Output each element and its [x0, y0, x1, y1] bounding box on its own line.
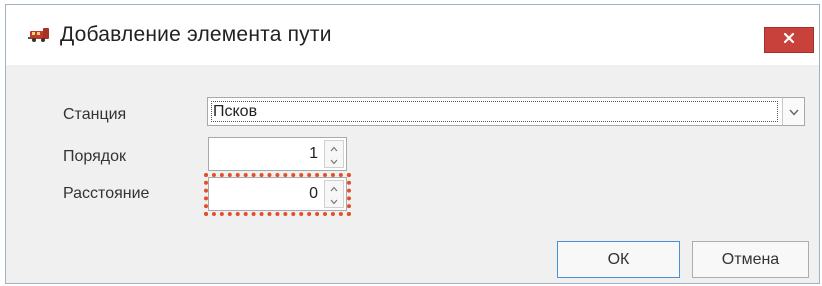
order-value: 1: [309, 145, 318, 162]
title-bar: Добавление элемента пути: [6, 5, 819, 65]
distance-highlight-annotation: [204, 173, 351, 216]
order-decrement-button[interactable]: [325, 154, 343, 167]
order-label: Порядок: [63, 148, 127, 165]
ok-button[interactable]: ОК: [557, 241, 680, 278]
distance-label: Расстояние: [63, 185, 150, 202]
order-spin-buttons: [324, 140, 344, 168]
dropdown-button[interactable]: [782, 98, 804, 125]
chevron-down-icon: [330, 152, 338, 170]
close-button[interactable]: [764, 27, 814, 53]
station-combobox[interactable]: Псков: [207, 97, 805, 126]
order-spinner[interactable]: 1: [208, 137, 347, 171]
station-label: Станция: [63, 106, 127, 123]
station-value: Псков: [211, 101, 778, 122]
dialog-title: Добавление элемента пути: [60, 23, 332, 46]
cancel-button[interactable]: Отмена: [692, 241, 809, 278]
chevron-down-icon: [788, 103, 799, 121]
close-icon: [783, 31, 795, 49]
train-icon: [28, 27, 52, 43]
add-route-element-dialog: Добавление элемента пути Станция Псков П…: [5, 4, 820, 284]
